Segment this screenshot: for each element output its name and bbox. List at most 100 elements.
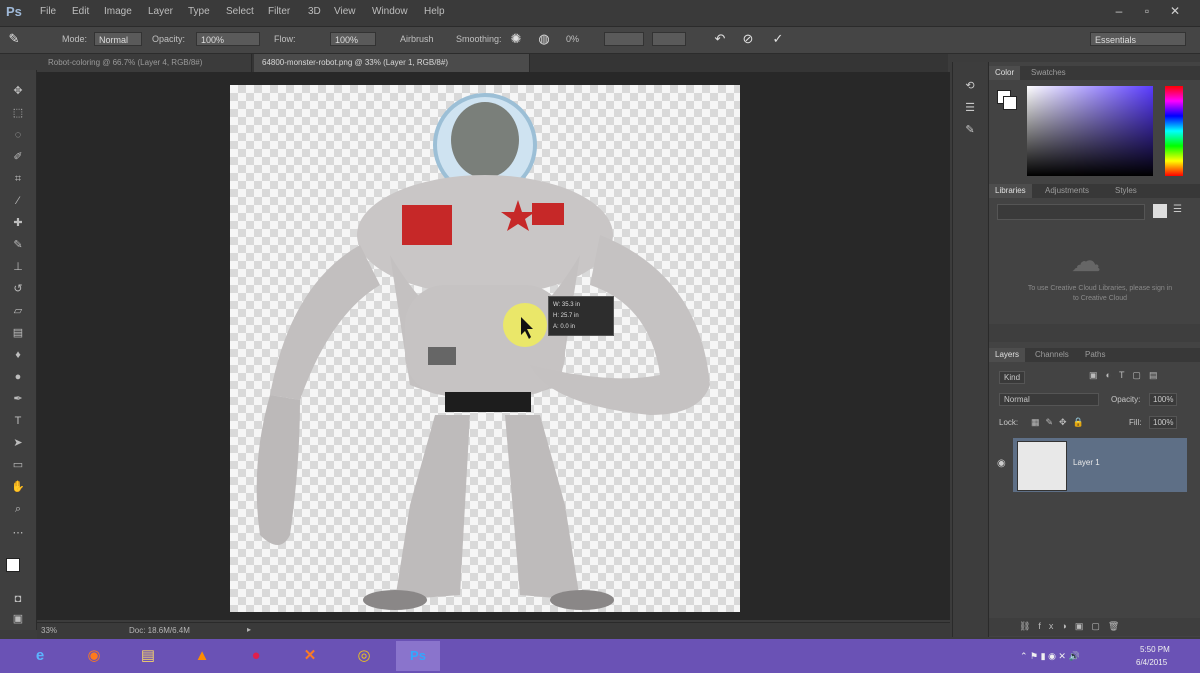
eraser-tool-icon[interactable]: ▱ [9,302,27,320]
airbrush-label: Airbrush [400,34,434,44]
workspace-select[interactable]: Essentials [1090,32,1186,46]
zoom-level[interactable]: 33% [41,626,57,635]
quick-select-tool-icon[interactable]: ✐ [9,148,27,166]
fill-label: Fill: [1129,418,1142,427]
blur-tool-icon[interactable]: ♦ [9,346,27,364]
clock-time[interactable]: 5:50 PM [1140,645,1170,654]
creative-cloud-icon: ☁ [1071,245,1101,278]
crop-tool-icon[interactable]: ⌗ [9,170,27,188]
menu-image[interactable]: Image [104,6,132,17]
firefox-icon[interactable]: ◉ [72,641,116,671]
brush-preset-icon[interactable]: ✎ [6,31,22,47]
marquee-tool-icon[interactable]: ⬚ [9,104,27,122]
layer-name[interactable]: Layer 1 [1073,458,1100,467]
history-brush-tool-icon[interactable]: ↺ [9,280,27,298]
status-menu-arrow-icon[interactable]: ▸ [247,625,251,634]
tab-adjustments[interactable]: Adjustments [1039,184,1095,198]
brush-panel-icon[interactable]: ✎ [962,122,978,138]
tray-icons[interactable]: ⌃ ⚑ ▮ ◉ ✕ 🔊 [1020,651,1080,662]
foreground-color-swatch[interactable] [6,558,20,572]
menu-edit[interactable]: Edit [72,6,89,17]
rectangle-tool-icon[interactable]: ▭ [9,456,27,474]
photoshop-logo: Ps [6,4,22,19]
layer-filter-kind[interactable]: Kind [999,371,1026,384]
tab-color[interactable]: Color [989,66,1021,80]
gradient-tool-icon[interactable]: ▤ [9,324,27,342]
menu-3d[interactable]: 3D [308,6,321,17]
menu-window[interactable]: Window [372,6,408,17]
tab-layers[interactable]: Layers [989,348,1026,362]
color-background-swatch[interactable] [1003,96,1017,110]
reset-icon[interactable]: ⊘ [740,31,756,47]
history-panel-icon[interactable]: ⟲ [962,78,978,94]
lasso-tool-icon[interactable]: ◌ [9,126,27,144]
color-field[interactable] [1027,86,1153,176]
tab-paths[interactable]: Paths [1079,348,1111,362]
smoothing-field[interactable] [652,32,686,46]
menu-type[interactable]: Type [188,6,210,17]
xampp-icon[interactable]: ✕ [288,641,332,671]
smoothing-select[interactable] [604,32,644,46]
tab-swatches[interactable]: Swatches [1025,66,1072,80]
healing-tool-icon[interactable]: ✚ [9,214,27,232]
move-tool-icon[interactable]: ✥ [9,82,27,100]
fill-field[interactable]: 100% [1149,416,1178,429]
chrome-icon[interactable]: ◎ [342,641,386,671]
readout-width: W: 35.3 in [553,302,580,308]
mode-label: Mode: [62,34,88,44]
dodge-tool-icon[interactable]: ● [9,368,27,386]
menu-layer[interactable]: Layer [148,6,173,17]
menu-view[interactable]: View [334,6,356,17]
zoom-tool-icon[interactable]: ⌕ [9,500,27,518]
layer-opacity-field[interactable]: 100% [1149,393,1178,406]
quick-mask-icon[interactable]: ◘ [9,590,27,608]
list-view-icon[interactable]: ☰ [1173,204,1182,215]
screen-mode-icon[interactable]: ▣ [9,610,27,628]
hue-slider[interactable] [1165,86,1183,176]
type-tool-icon[interactable]: T [9,412,27,430]
windows-taskbar: e ◉ ▤ ▲ ● ✕ ◎ Ps ⌃ ⚑ ▮ ◉ ✕ 🔊 5:50 PM 6/4… [0,639,1200,673]
close-icon[interactable]: ✕ [1164,4,1186,20]
tab-styles[interactable]: Styles [1109,184,1143,198]
ie-icon[interactable]: e [18,641,62,671]
undo-icon[interactable]: ↶ [712,31,728,47]
opacity-field[interactable]: 100% [196,32,260,46]
flow-field[interactable]: 100% [330,32,376,46]
hand-tool-icon[interactable]: ✋ [9,478,27,496]
document-canvas[interactable] [230,85,740,612]
layer-visibility-icon[interactable]: ◉ [997,458,1006,469]
layers-footer-icons[interactable]: ⛓fx◑▣▢🗑 [1019,621,1127,632]
clock-date[interactable]: 6/4/2015 [1136,658,1167,667]
tab-channels[interactable]: Channels [1029,348,1075,362]
menu-filter[interactable]: Filter [268,6,290,17]
menu-help[interactable]: Help [424,6,445,17]
clone-stamp-tool-icon[interactable]: ⊥ [9,258,27,276]
file-explorer-icon[interactable]: ▤ [126,641,170,671]
eyedropper-tool-icon[interactable]: ⁄ [9,192,27,210]
minimize-icon[interactable]: – [1108,4,1130,20]
more-tools-icon[interactable]: ⋯ [9,524,27,542]
brush-tool-icon[interactable]: ✎ [9,236,27,254]
airbrush-icon[interactable]: ✺ [508,31,524,47]
menu-file[interactable]: File [40,6,56,17]
lock-icons[interactable]: ▦✎✥🔒 [1031,417,1090,428]
vlc-icon[interactable]: ▲ [180,641,224,671]
maximize-icon[interactable]: ▫ [1136,4,1158,20]
commit-icon[interactable]: ✓ [770,31,786,47]
blend-mode-select[interactable]: Normal [999,393,1099,406]
pressure-icon[interactable]: ◍ [536,31,552,47]
pen-tool-icon[interactable]: ✒ [9,390,27,408]
tab-libraries[interactable]: Libraries [989,184,1032,198]
properties-panel-icon[interactable]: ☰ [962,100,978,116]
doc-tab-robot-coloring[interactable]: Robot-coloring @ 66.7% (Layer 4, RGB/8#) [40,54,252,72]
mode-select[interactable]: Normal [94,32,142,46]
grid-view-icon[interactable] [1153,204,1167,218]
app-red-icon[interactable]: ● [234,641,278,671]
layer-filter-icons[interactable]: ▣◐T▢▤ [1089,370,1165,381]
photoshop-icon[interactable]: Ps [396,641,440,671]
doc-tab-monster-robot[interactable]: 64800-monster-robot.png @ 33% (Layer 1, … [254,54,530,72]
path-select-tool-icon[interactable]: ➤ [9,434,27,452]
menu-select[interactable]: Select [226,6,254,17]
layer-row[interactable]: Layer 1 [1013,438,1187,492]
library-select[interactable] [997,204,1145,220]
